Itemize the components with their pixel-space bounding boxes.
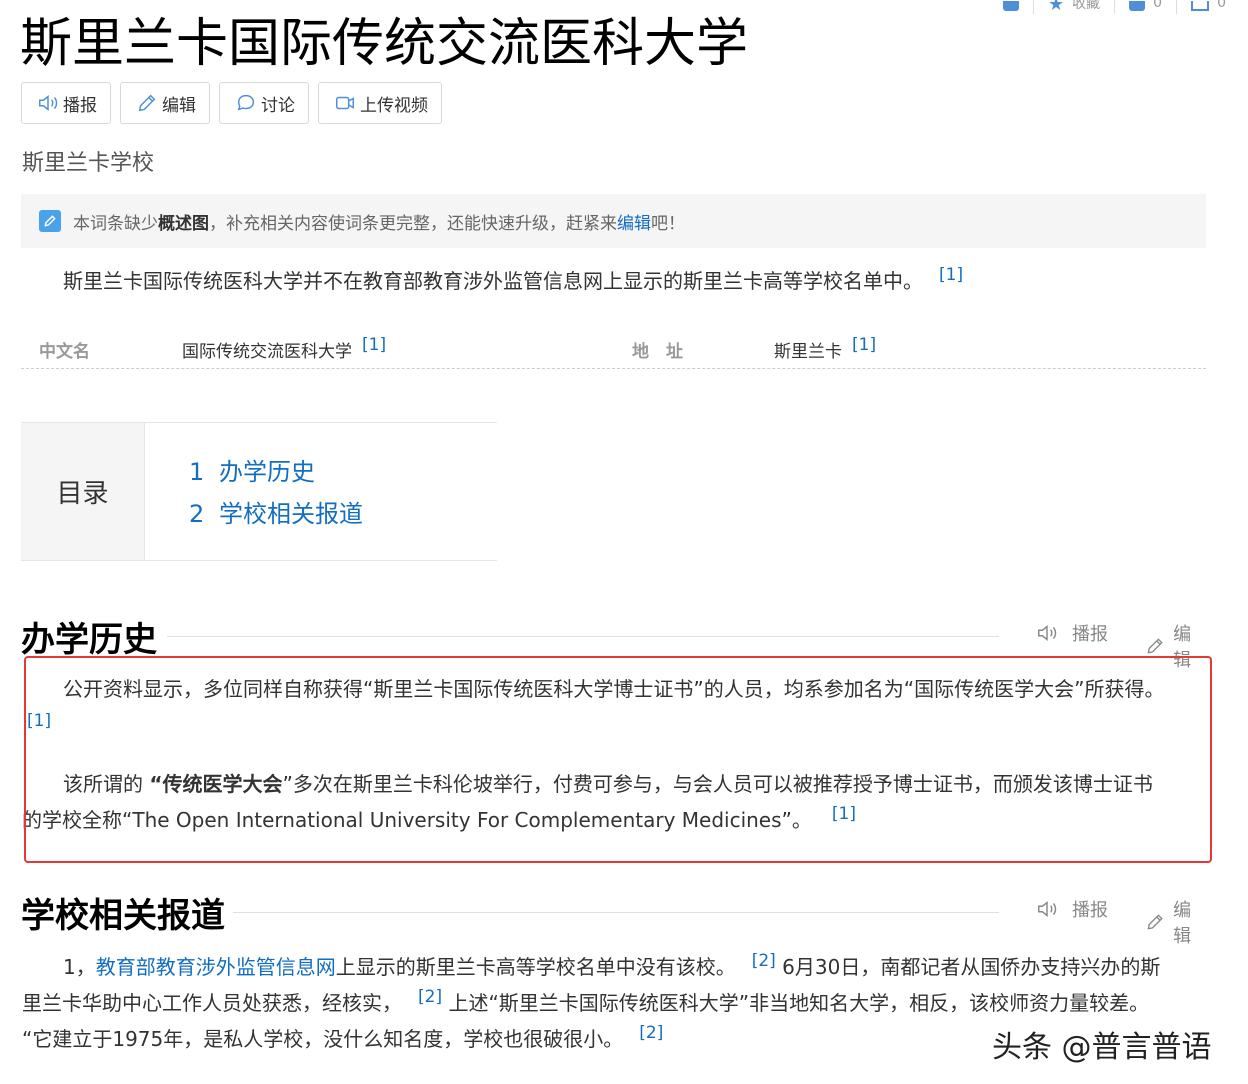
highlight-box — [24, 656, 1212, 863]
citation-link[interactable]: [2] — [639, 1023, 663, 1043]
speaker-icon — [1038, 901, 1057, 917]
read-aloud-button[interactable]: 播报 — [21, 82, 111, 124]
discuss-label: 讨论 — [261, 95, 295, 116]
notice-edit-link[interactable]: 编辑 — [617, 214, 651, 234]
share-icon — [1003, 1, 1020, 11]
read-aloud-label: 播报 — [63, 95, 97, 116]
like-icon — [1129, 1, 1146, 11]
section-heading: 办学历史 — [21, 620, 157, 660]
heading-rule — [167, 636, 999, 637]
page-subtitle: 斯里兰卡学校 — [22, 151, 155, 176]
pencil-icon — [1147, 638, 1163, 654]
missing-image-notice: 本词条缺少概述图，补充相关内容使词条更完整，还能快速升级，赶紧来编辑吧！ — [21, 194, 1206, 248]
discuss-button[interactable]: 讨论 — [219, 82, 309, 124]
section-read-button[interactable]: 播报 — [1036, 620, 1108, 646]
citation-link[interactable]: [1] — [362, 335, 386, 355]
toc-item-history[interactable]: 1 办学历史 — [189, 451, 363, 493]
notice-bold: 概述图 — [158, 213, 209, 234]
infobox: 中文名 国际传统交流医科大学 [1] 地 址 斯里兰卡 [1] — [21, 327, 1206, 369]
info-key-address: 地 址 — [632, 342, 683, 362]
title-toolbar: 播报 编辑 讨论 上传视频 — [21, 82, 442, 124]
like-count: 0 — [1153, 0, 1163, 11]
watermark: 头条 @普言普语 — [992, 1030, 1212, 1065]
edit-notice-icon — [39, 210, 61, 232]
edit-button[interactable]: 编辑 — [120, 82, 210, 124]
chat-icon — [237, 94, 255, 111]
toc-label: 目录 — [21, 423, 145, 560]
favorite-action[interactable]: ★ 收藏 — [1048, 0, 1100, 14]
moe-site-link[interactable]: 教育部教育涉外监管信息网 — [96, 955, 336, 979]
edit-label: 编辑 — [162, 95, 196, 116]
info-value-name: 国际传统交流医科大学 [1] — [182, 335, 387, 362]
share-count: 0 — [1217, 0, 1226, 11]
table-of-contents: 目录 1 办学历史 2 学校相关报道 — [21, 422, 497, 561]
section-reports-header: 学校相关报道 播报 编辑 — [21, 888, 1206, 947]
citation-link[interactable]: [2] — [752, 951, 776, 971]
section-history-header: 办学历史 播报 编辑 — [21, 612, 1206, 671]
toc-list: 1 办学历史 2 学校相关报道 — [189, 451, 363, 535]
like-action[interactable]: 0 — [1129, 0, 1162, 14]
pencil-icon — [138, 94, 156, 112]
divider — [1033, 0, 1035, 14]
section-edit-button[interactable]: 编辑 — [1145, 896, 1206, 948]
info-key-name: 中文名 — [39, 342, 90, 362]
info-value-address: 斯里兰卡 [1] — [774, 335, 877, 362]
heading-rule — [233, 912, 999, 913]
speaker-icon — [39, 95, 58, 111]
divider — [1114, 0, 1116, 14]
star-icon: ★ — [1048, 0, 1065, 14]
share-box-icon — [1191, 1, 1210, 11]
notice-text: 本词条缺少概述图，补充相关内容使词条更完整，还能快速升级，赶紧来编辑吧！ — [73, 213, 685, 234]
citation-link[interactable]: [1] — [852, 335, 876, 355]
top-actions: ★ 收藏 0 0 — [1003, 0, 1248, 14]
pencil-icon — [1147, 914, 1163, 930]
favorite-label: 收藏 — [1072, 0, 1101, 12]
citation-link[interactable]: [1] — [939, 265, 963, 285]
intro-paragraph: 斯里兰卡国际传统医科大学并不在教育部教育涉外监管信息网上显示的斯里兰卡高等学校名… — [63, 265, 964, 293]
share-count-action[interactable]: 0 — [1191, 0, 1226, 14]
upload-video-button[interactable]: 上传视频 — [318, 82, 442, 124]
share-action[interactable] — [1003, 0, 1020, 14]
reports-line-2: 里兰卡华助中心工作人员处获悉，经核实， [2] 上述“斯里兰卡国际传统医科大学”非… — [22, 987, 1150, 1015]
divider — [1176, 0, 1178, 14]
speaker-icon — [1038, 625, 1057, 641]
toc-item-reports[interactable]: 2 学校相关报道 — [189, 493, 363, 535]
video-icon — [336, 96, 354, 110]
citation-link[interactable]: [2] — [418, 987, 442, 1007]
section-read-button[interactable]: 播报 — [1036, 896, 1108, 922]
reports-line-3: “它建立于1975年，是私人学校，没什么知名度，学校也很破很小。 [2] — [22, 1023, 664, 1051]
upload-video-label: 上传视频 — [360, 95, 428, 116]
section-heading: 学校相关报道 — [21, 896, 225, 936]
page-title: 斯里兰卡国际传统交流医科大学 — [20, 14, 749, 74]
reports-line-1: 1，教育部教育涉外监管信息网上显示的斯里兰卡高等学校名单中没有该校。 [2] 6月… — [63, 951, 1161, 979]
